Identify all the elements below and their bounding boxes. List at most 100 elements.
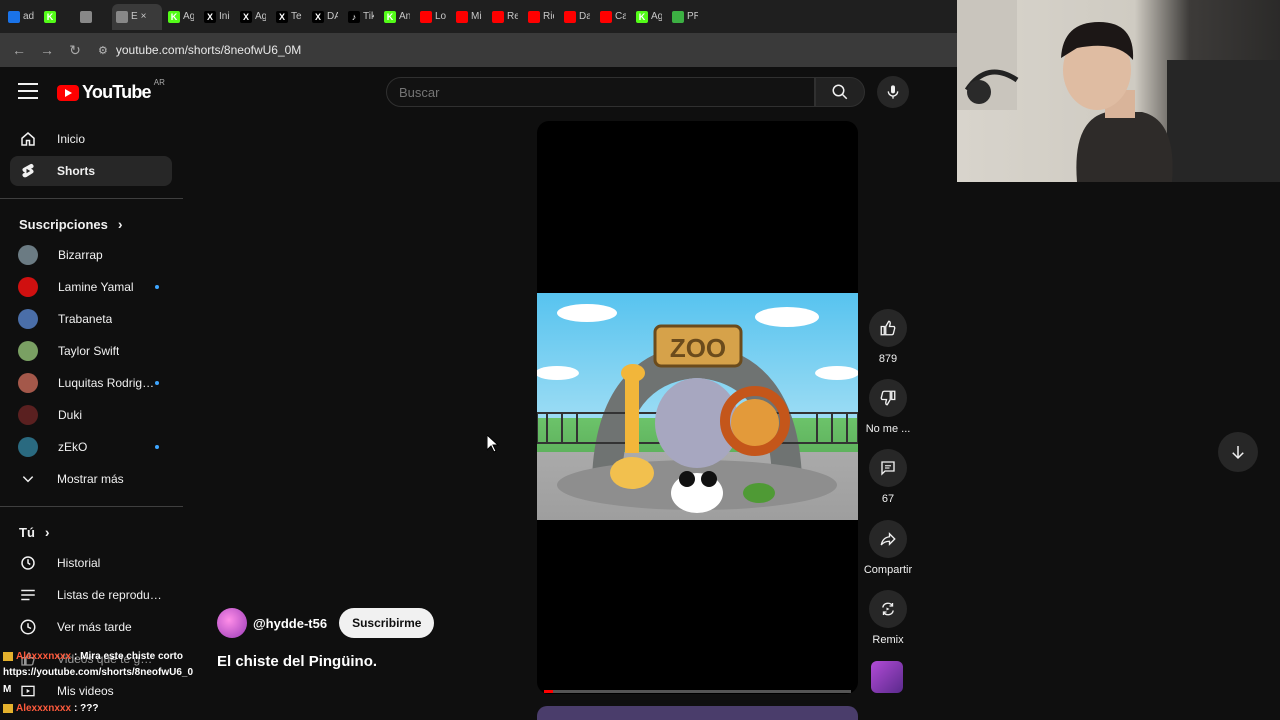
chat-message: M: [3, 684, 11, 695]
search-input[interactable]: [399, 84, 814, 100]
browser-tab[interactable]: Dad: [560, 4, 594, 30]
webcam-overlay: [957, 0, 1280, 182]
back-arrow-icon[interactable]: ←: [8, 39, 30, 61]
remix-icon: [869, 590, 907, 628]
browser-tab[interactable]: Rich: [524, 4, 558, 30]
shorts-player[interactable]: ZOO: [537, 121, 858, 694]
sidebar-item-playlists[interactable]: Listas de reproducción: [10, 580, 172, 610]
tab-favicon-icon: [8, 10, 20, 23]
channel-avatar[interactable]: [217, 608, 247, 638]
browser-tab[interactable]: PRC: [668, 4, 702, 30]
tab-title: Dad: [579, 11, 590, 22]
browser-tab[interactable]: XInic: [200, 4, 234, 30]
share-button[interactable]: Compartir: [863, 520, 913, 576]
you-header[interactable]: Tú ›: [19, 524, 50, 540]
browser-tab[interactable]: KAgr: [164, 4, 198, 30]
voice-search-button[interactable]: [877, 76, 909, 108]
remix-button[interactable]: Remix: [866, 590, 910, 646]
new-content-dot: [155, 285, 159, 289]
sound-thumbnail[interactable]: [871, 661, 903, 693]
chat-text: : Mira este chiste corto: [74, 651, 183, 662]
forward-arrow-icon[interactable]: →: [36, 39, 58, 61]
close-tab-icon[interactable]: ×: [141, 11, 147, 22]
browser-tab[interactable]: XTen: [272, 4, 306, 30]
dislike-label: No me ...: [865, 423, 911, 435]
browser-tab[interactable]: XDAV: [308, 4, 342, 30]
sidebar-item-historial[interactable]: Historial: [10, 548, 172, 578]
channel-avatar: [18, 373, 38, 393]
subscription-item[interactable]: zEkO: [10, 432, 172, 462]
url-text: youtube.com/shorts/8neofwU6_0M: [115, 43, 302, 57]
subscriptions-header[interactable]: Suscripciones ›: [19, 216, 123, 232]
tab-title: Agr: [183, 11, 194, 22]
chat-message: Alexxxnxxx : ???: [3, 703, 98, 714]
browser-tab[interactable]: Los: [416, 4, 450, 30]
microphone-icon: [887, 85, 899, 99]
browser-tab[interactable]: KAnc: [380, 4, 414, 30]
subscription-item[interactable]: Taylor Swift: [10, 336, 172, 366]
sidebar-item-label: Historial: [57, 556, 101, 570]
address-bar[interactable]: ⚙ youtube.com/shorts/8neofwU6_0M: [92, 37, 301, 63]
tab-title: adecks: [23, 11, 34, 22]
channel-avatar: [18, 245, 38, 265]
comments-button[interactable]: 67: [866, 449, 910, 505]
video-title[interactable]: El chiste del Pingüino.: [217, 653, 377, 670]
browser-tab[interactable]: E ×: [112, 3, 162, 30]
reload-icon[interactable]: ↻: [64, 39, 86, 61]
sidebar-item-watch-later[interactable]: Ver más tarde: [10, 612, 172, 642]
tab-favicon-icon: [672, 10, 684, 23]
site-settings-icon[interactable]: ⚙: [98, 44, 108, 57]
dislike-button[interactable]: No me ...: [866, 379, 910, 435]
sidebar-divider: [0, 198, 183, 199]
sidebar-item-shorts[interactable]: Shorts: [10, 156, 172, 186]
browser-tab[interactable]: ♪TikT: [344, 4, 378, 30]
subscription-label: zEkO: [58, 440, 88, 454]
browser-tab[interactable]: KAgr: [632, 4, 666, 30]
subscription-item[interactable]: Luquitas Rodriguez: [10, 368, 172, 398]
subscription-item[interactable]: Lamine Yamal: [10, 272, 172, 302]
browser-tab[interactable]: Mis: [452, 4, 486, 30]
chat-username: Alexxxnxxx: [16, 651, 72, 662]
browser-tab[interactable]: adecks: [4, 4, 38, 30]
browser-tab[interactable]: Can: [596, 4, 630, 30]
tab-favicon-icon: [456, 10, 468, 23]
chat-text: : ???: [74, 703, 99, 714]
tab-title: Mis: [471, 11, 482, 22]
share-label: Compartir: [863, 564, 913, 576]
thumbs-up-icon: [869, 309, 907, 347]
subscribe-button[interactable]: Suscribirme: [339, 608, 435, 638]
search-box: [386, 77, 815, 107]
sidebar-divider: [0, 506, 183, 507]
tab-favicon-icon: X: [240, 10, 252, 23]
tab-title: E: [131, 11, 138, 22]
tab-title: DAV: [327, 11, 338, 22]
logo-text: YouTube: [82, 82, 152, 102]
subscription-item[interactable]: Trabaneta: [10, 304, 172, 334]
subscription-label: Duki: [58, 408, 83, 422]
zoo-illustration: ZOO: [537, 304, 858, 513]
tab-title: Agu: [255, 11, 266, 22]
menu-icon[interactable]: [18, 83, 38, 99]
chat-message: Alexxxnxxx : Mira este chiste corto: [3, 651, 183, 662]
chat-badge-icon: [3, 652, 13, 661]
streamer-camera-feed: [957, 0, 1280, 182]
sidebar-item-label: Shorts: [57, 164, 96, 178]
show-more-button[interactable]: Mostrar más: [10, 464, 172, 494]
like-button[interactable]: 879: [866, 309, 910, 365]
you-header-label: Tú: [19, 524, 35, 540]
next-short-preview[interactable]: [537, 706, 858, 720]
youtube-logo[interactable]: YouTube AR: [57, 78, 165, 103]
video-progress-bar[interactable]: [544, 690, 851, 693]
subscription-item[interactable]: Bizarrap: [10, 240, 172, 270]
browser-tab[interactable]: XAgu: [236, 4, 270, 30]
chat-message: https://youtube.com/shorts/8neofwU6_0: [3, 667, 193, 678]
next-video-button[interactable]: [1218, 432, 1258, 472]
browser-tab[interactable]: K: [40, 4, 74, 30]
browser-tab[interactable]: Reil: [488, 4, 522, 30]
channel-handle[interactable]: @hydde-t56: [253, 616, 327, 631]
sidebar-item-inicio[interactable]: Inicio: [10, 124, 172, 154]
subscription-item[interactable]: Duki: [10, 400, 172, 430]
search-button[interactable]: [815, 77, 865, 107]
browser-tab[interactable]: [76, 4, 110, 30]
tab-favicon-icon: X: [312, 10, 324, 23]
